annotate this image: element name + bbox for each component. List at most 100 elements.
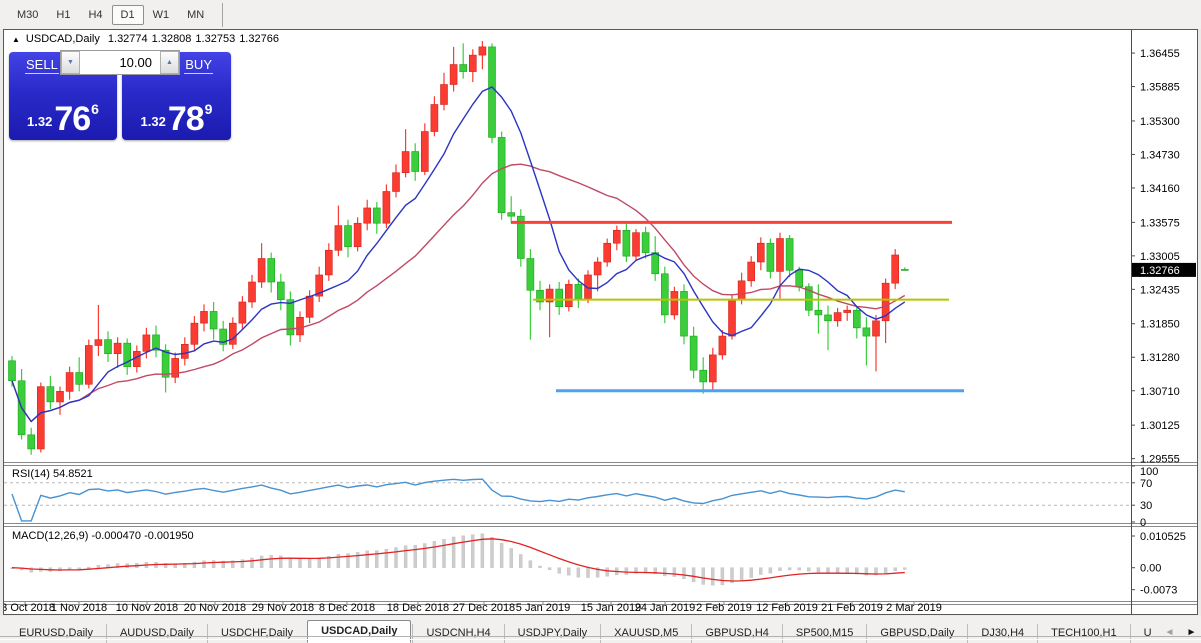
- candle-body: [258, 258, 265, 282]
- candle-body: [277, 282, 284, 300]
- macd-bar: [894, 568, 897, 571]
- scroll-right-icon[interactable]: ►: [1186, 627, 1196, 638]
- price-axis-label: 1.30710: [1140, 386, 1180, 398]
- timeframe-tab-mn[interactable]: MN: [178, 5, 213, 25]
- macd-bar: [903, 568, 906, 570]
- ohlc-high: 1.32808: [152, 33, 192, 45]
- volume-decrease-button[interactable]: ▼: [61, 51, 80, 74]
- sell-price-prefix: 1.32: [27, 114, 52, 129]
- buy-price-sup: 9: [205, 101, 213, 117]
- candle-body: [489, 47, 496, 138]
- price-axis-label: 1.35300: [1140, 116, 1180, 128]
- timeframe-tab-w1[interactable]: W1: [144, 5, 179, 25]
- candle-body: [412, 152, 419, 172]
- macd-bar: [78, 568, 81, 569]
- candle-body: [613, 230, 620, 243]
- symbol-tab-usdcnh[interactable]: USDCNH,H4: [412, 624, 503, 643]
- candle-body: [105, 340, 112, 354]
- symbol-tab-gbpusd[interactable]: GBPUSD,H4: [691, 624, 782, 643]
- volume-input[interactable]: 10.00: [80, 51, 160, 74]
- candle-body: [373, 208, 380, 223]
- macd-bar: [692, 568, 695, 582]
- macd-bar: [289, 558, 292, 568]
- symbol-tab-audusd[interactable]: AUDUSD,Daily: [106, 624, 207, 643]
- symbol-tab-usdjpy[interactable]: USDJPY,Daily: [504, 624, 601, 643]
- timeframe-tab-h1[interactable]: H1: [47, 5, 79, 25]
- candle-body: [767, 243, 774, 271]
- date-axis-label[interactable]: 23 Oct 2018: [4, 602, 55, 614]
- symbol-tab-bar: EURUSD,DailyAUDUSD,DailyUSDCHF,Daily USDC…: [0, 616, 1201, 643]
- macd-bar: [203, 561, 206, 568]
- symbol-tab-xauusd[interactable]: XAUUSD,M5: [600, 624, 691, 643]
- candle-body: [729, 300, 736, 336]
- date-axis-label[interactable]: 24 Jan 2019: [635, 602, 696, 614]
- candle-body: [76, 373, 83, 385]
- symbol-tab-sp500[interactable]: SP500,M15: [782, 624, 866, 643]
- price-axis-label: 1.34160: [1140, 183, 1180, 195]
- macd-bar: [260, 556, 263, 568]
- date-axis-label[interactable]: 8 Dec 2018: [319, 602, 375, 614]
- candle-body: [863, 328, 870, 336]
- macd-bar: [827, 568, 830, 573]
- macd-bar: [471, 535, 474, 568]
- date-axis-label[interactable]: 12 Feb 2019: [756, 602, 818, 614]
- date-axis-label[interactable]: 29 Nov 2018: [252, 602, 314, 614]
- rsi-axis-label: 70: [1140, 478, 1152, 490]
- chart-header: ▲ USDCAD,Daily 1.32774 1.32808 1.32753 1…: [12, 33, 279, 45]
- macd-bar: [587, 568, 590, 578]
- macd-bar: [683, 568, 686, 579]
- candle-body: [844, 310, 851, 312]
- chevron-up-icon: ▲: [166, 59, 173, 66]
- timeframe-tab-h4[interactable]: H4: [79, 5, 111, 25]
- chevron-down-icon: ▼: [67, 59, 74, 66]
- symbol-tab-gbpusd[interactable]: GBPUSD,Daily: [866, 624, 967, 643]
- ohlc-low: 1.32753: [195, 33, 235, 45]
- collapse-arrow-icon[interactable]: ▲: [12, 35, 20, 44]
- macd-axis-label: 0.010525: [1140, 531, 1186, 543]
- price-axis-label: 1.35885: [1140, 82, 1180, 94]
- date-axis-label[interactable]: 15 Jan 2019: [581, 602, 642, 614]
- date-axis-label[interactable]: 2 Feb 2019: [696, 602, 752, 614]
- candle-body: [719, 336, 726, 355]
- macd-bar: [462, 536, 465, 568]
- candle-body: [700, 370, 707, 382]
- date-axis-label[interactable]: 27 Dec 2018: [453, 602, 515, 614]
- macd-bar: [87, 567, 90, 568]
- candle-body: [249, 282, 256, 302]
- candle-body: [652, 253, 659, 274]
- macd-bar: [836, 568, 839, 574]
- candle-body: [757, 243, 764, 262]
- candle-body: [853, 310, 860, 328]
- candle-body: [191, 323, 198, 344]
- candle-body: [297, 317, 304, 335]
- symbol-tab-usdchf[interactable]: USDCHF,Daily: [207, 624, 306, 643]
- timeframe-tab-d1[interactable]: D1: [112, 5, 144, 25]
- date-axis-label[interactable]: 18 Dec 2018: [387, 602, 449, 614]
- symbol-tab-u[interactable]: U: [1130, 624, 1165, 643]
- symbol-tab-eurusd[interactable]: EURUSD,Daily: [6, 624, 106, 643]
- macd-bar: [807, 568, 810, 571]
- macd-bar: [414, 545, 417, 567]
- ohlc-open: 1.32774: [108, 33, 148, 45]
- macd-bar: [318, 558, 321, 568]
- timeframe-tab-m30[interactable]: M30: [8, 5, 47, 25]
- scroll-left-icon[interactable]: ◄: [1165, 627, 1175, 638]
- chart-symbol-period: USDCAD,Daily: [26, 33, 100, 45]
- sell-button[interactable]: SELL: [25, 57, 59, 72]
- volume-increase-button[interactable]: ▲: [160, 51, 179, 74]
- symbol-tab-tech100[interactable]: TECH100,H1: [1037, 624, 1129, 643]
- candle-body: [815, 310, 822, 315]
- candle-body: [777, 239, 784, 272]
- macd-bar: [97, 565, 100, 567]
- candle-body: [633, 233, 640, 257]
- date-axis-label[interactable]: 5 Jan 2019: [516, 602, 570, 614]
- date-axis-label[interactable]: 21 Feb 2019: [821, 602, 883, 614]
- symbol-tab-dj30[interactable]: DJ30,H4: [967, 624, 1037, 643]
- candle-body: [661, 274, 668, 315]
- date-axis-label[interactable]: 20 Nov 2018: [184, 602, 246, 614]
- buy-button[interactable]: BUY: [184, 57, 213, 72]
- date-axis-label[interactable]: 10 Nov 2018: [116, 602, 178, 614]
- candle-body: [892, 255, 899, 283]
- date-axis-label[interactable]: 1 Nov 2018: [51, 602, 107, 614]
- date-axis-label[interactable]: 2 Mar 2019: [886, 602, 942, 614]
